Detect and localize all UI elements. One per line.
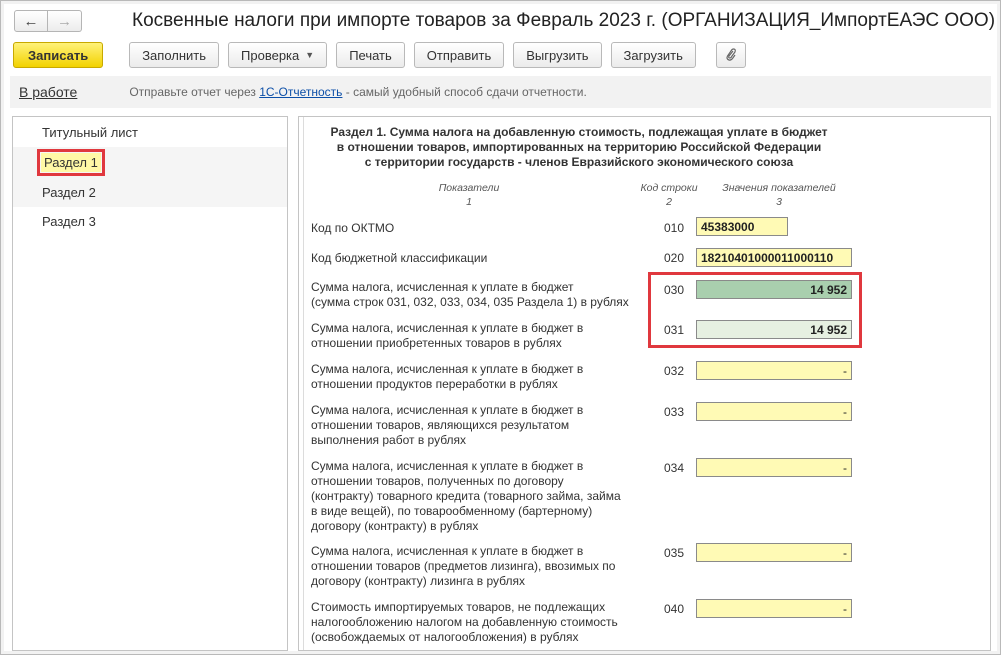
column-number: 2	[666, 196, 672, 208]
column-header-code: Код строки 2	[634, 181, 704, 209]
tax-processing-products-field[interactable]: -	[696, 361, 852, 380]
row-code-010: 010	[663, 221, 685, 235]
kbk-field[interactable]: 18210401000011000110	[696, 248, 852, 267]
sidebar-item-label: Раздел 1	[37, 149, 105, 176]
exempt-goods-value-field[interactable]: -	[696, 599, 852, 618]
status-message-prefix: Отправьте отчет через	[129, 85, 260, 99]
sidebar-item-section-2[interactable]: Раздел 2	[13, 178, 287, 207]
check-button[interactable]: Проверка ▼	[228, 42, 328, 68]
print-button[interactable]: Печать	[336, 42, 405, 68]
row-label-line: (контракту) товарного кредита (товарного…	[311, 489, 621, 503]
window-title: Косвенные налоги при импорте товаров за …	[132, 10, 996, 31]
column-header-values: Значения показателей 3	[704, 181, 854, 209]
row-label-010: Код по ОКТМО	[311, 221, 395, 235]
row-label-line: Стоимость импортируемых товаров, не подл…	[311, 600, 606, 614]
row-label-line: выполнения работ в рублях	[311, 433, 467, 447]
row-label-020: Код бюджетной классификации	[311, 251, 488, 265]
row-label-040: Стоимость импортируемых товаров, не подл…	[311, 600, 641, 645]
reporting-service-link[interactable]: 1С-Отчетность	[259, 85, 342, 99]
title-bar: ← → Косвенные налоги при импорте товаров…	[8, 4, 996, 38]
tax-leasing-field[interactable]: -	[696, 543, 852, 562]
tax-commodity-credit-field[interactable]: -	[696, 458, 852, 477]
save-button[interactable]: Записать	[13, 42, 104, 68]
row-code-033: 033	[663, 405, 685, 419]
sidebar-item-section-1[interactable]: Раздел 1	[13, 147, 287, 178]
oktmo-field[interactable]: 45383000	[696, 217, 788, 236]
sidebar-item-title-page[interactable]: Титульный лист	[13, 118, 287, 147]
paperclip-icon	[726, 48, 736, 61]
toolbar: Записать Заполнить Проверка ▼ Печать Отп…	[13, 42, 755, 68]
status-strip: В работе Отправьте отчет через 1С-Отчетн…	[10, 76, 991, 108]
row-code-020: 020	[663, 251, 685, 265]
form-gutter	[299, 117, 304, 650]
tax-work-results-field[interactable]: -	[696, 402, 852, 421]
row-label-line: отношении товаров, являющихся результато…	[311, 418, 570, 432]
fill-button[interactable]: Заполнить	[129, 42, 220, 68]
status-message: Отправьте отчет через 1С-Отчетность - са…	[129, 85, 586, 99]
row-code-034: 034	[663, 461, 685, 475]
row-label-line: (освобождаемых от налогообложения) в руб…	[311, 630, 579, 644]
row-label-034: Сумма налога, исчисленная к уплате в бюд…	[311, 459, 641, 534]
caret-down-icon: ▼	[305, 50, 315, 60]
column-header-indicators: Показатели 1	[399, 181, 539, 209]
status-message-suffix: - самый удобный способ сдачи отчетности.	[342, 85, 587, 99]
forward-button[interactable]: →	[48, 10, 82, 32]
row-label-031: Сумма налога, исчисленная к уплате в бюд…	[311, 321, 641, 351]
attach-button[interactable]	[715, 42, 746, 68]
sidebar-item-label: Титульный лист	[42, 125, 139, 140]
status-state-link[interactable]: В работе	[19, 84, 77, 100]
column-title: Значения показателей	[722, 182, 836, 194]
row-label-line: Сумма налога, исчисленная к уплате в бюд…	[311, 544, 584, 558]
send-button[interactable]: Отправить	[413, 42, 505, 68]
row-label-032: Сумма налога, исчисленная к уплате в бюд…	[311, 362, 641, 392]
column-title: Код строки	[640, 182, 698, 194]
row-label-line: отношении товаров (предметов лизинга), в…	[311, 559, 616, 573]
sidebar-item-section-3[interactable]: Раздел 3	[13, 207, 287, 236]
row-label-line: (сумма строк 031, 032, 033, 034, 035 Раз…	[311, 295, 629, 309]
row-label-line: Сумма налога, исчисленная к уплате в бюд…	[311, 321, 584, 335]
row-code-035: 035	[663, 546, 685, 560]
row-label-line: отношении продуктов переработки в рублях	[311, 377, 558, 391]
row-label-030: Сумма налога, исчисленная к уплате в бюд…	[311, 280, 641, 310]
back-button[interactable]: ←	[14, 10, 48, 32]
column-number: 3	[776, 196, 782, 208]
nav-buttons: ← →	[14, 10, 82, 32]
row-label-line: Сумма налога, исчисленная к уплате в бюд…	[311, 280, 574, 294]
row-label-line: отношении приобретенных товаров в рублях	[311, 336, 562, 350]
row-code-040: 040	[663, 602, 685, 616]
arrow-right-icon: →	[57, 12, 72, 30]
row-label-line: договору (контракту) лизинга в рублях	[311, 574, 525, 588]
row-label-line: Сумма налога, исчисленная к уплате в бюд…	[311, 459, 584, 473]
sidebar-item-label: Раздел 3	[42, 214, 96, 229]
row-label-line: в виде вещей), по товарообменному (барте…	[311, 504, 593, 518]
heading-line: с территории государств - членов Евразий…	[364, 155, 794, 169]
row-label-line: Сумма налога, исчисленная к уплате в бюд…	[311, 403, 584, 417]
arrow-left-icon: ←	[23, 12, 39, 30]
row-label-line: отношении товаров, полученных по договор…	[311, 474, 564, 488]
check-button-label: Проверка	[241, 47, 300, 63]
section-sidebar: Титульный лист Раздел 1 Раздел 2 Раздел …	[12, 116, 288, 651]
row-code-032: 032	[663, 364, 685, 378]
row-label-line: налогообложению налогом на добавленную с…	[311, 615, 618, 629]
row-label-033: Сумма налога, исчисленная к уплате в бюд…	[311, 403, 641, 448]
column-number: 1	[466, 196, 472, 208]
heading-line: Раздел 1. Сумма налога на добавленную ст…	[330, 125, 828, 139]
row-label-line: Сумма налога, исчисленная к уплате в бюд…	[311, 362, 584, 376]
import-button[interactable]: Загрузить	[610, 42, 696, 68]
export-button[interactable]: Выгрузить	[513, 42, 602, 68]
highlight-frame	[648, 272, 862, 348]
sidebar-item-label: Раздел 2	[42, 185, 96, 200]
report-form: Раздел 1. Сумма налога на добавленную ст…	[298, 116, 991, 651]
row-label-line: договору (контракту) в рублях	[311, 519, 479, 533]
section-heading: Раздел 1. Сумма налога на добавленную ст…	[309, 125, 849, 170]
heading-line: в отношении товаров, импортированных на …	[336, 140, 822, 154]
column-title: Показатели	[438, 182, 500, 194]
row-label-035: Сумма налога, исчисленная к уплате в бюд…	[311, 544, 641, 589]
